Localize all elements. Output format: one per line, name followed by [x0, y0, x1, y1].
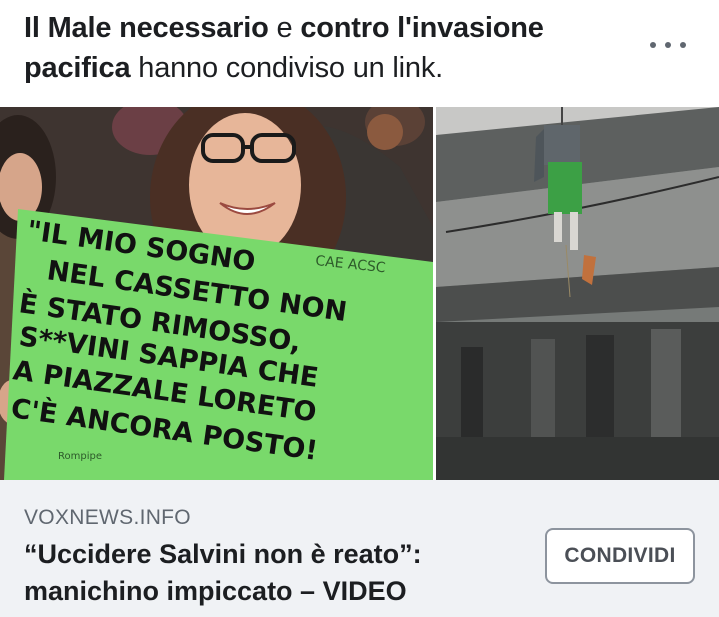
protest-photo: "IL MIO SOGNO NEL CASSETTO NON È STATO R…	[0, 107, 433, 480]
sign-signature: Rompipe	[58, 451, 102, 462]
more-options-button[interactable]	[646, 30, 690, 60]
more-dot	[680, 42, 686, 48]
more-dot	[665, 42, 671, 48]
link-title[interactable]: “Uccidere Salvini non è reato”: manichin…	[24, 536, 514, 610]
action-text: hanno condiviso un link.	[130, 52, 444, 84]
group-name-link[interactable]: Il Male necessario	[24, 12, 269, 44]
link-domain: VOXNEWS.INFO	[24, 506, 191, 529]
protest-photo-drawing: "IL MIO SOGNO NEL CASSETTO NON È STATO R…	[0, 107, 433, 480]
overpass-photo	[436, 107, 719, 480]
post-header: Il Male necessario e contro l'invasione …	[24, 8, 624, 88]
link-preview-image[interactable]: "IL MIO SOGNO NEL CASSETTO NON È STATO R…	[0, 107, 719, 480]
link-preview-footer[interactable]: VOXNEWS.INFO “Uccidere Salvini non è rea…	[0, 480, 719, 617]
post-header-text: Il Male necessario e contro l'invasione …	[24, 8, 624, 88]
conjunction-text: e	[268, 12, 301, 44]
overpass-photo-drawing	[436, 107, 719, 480]
more-horizontal-icon	[650, 42, 656, 48]
share-button[interactable]: CONDIVIDI	[545, 528, 695, 584]
